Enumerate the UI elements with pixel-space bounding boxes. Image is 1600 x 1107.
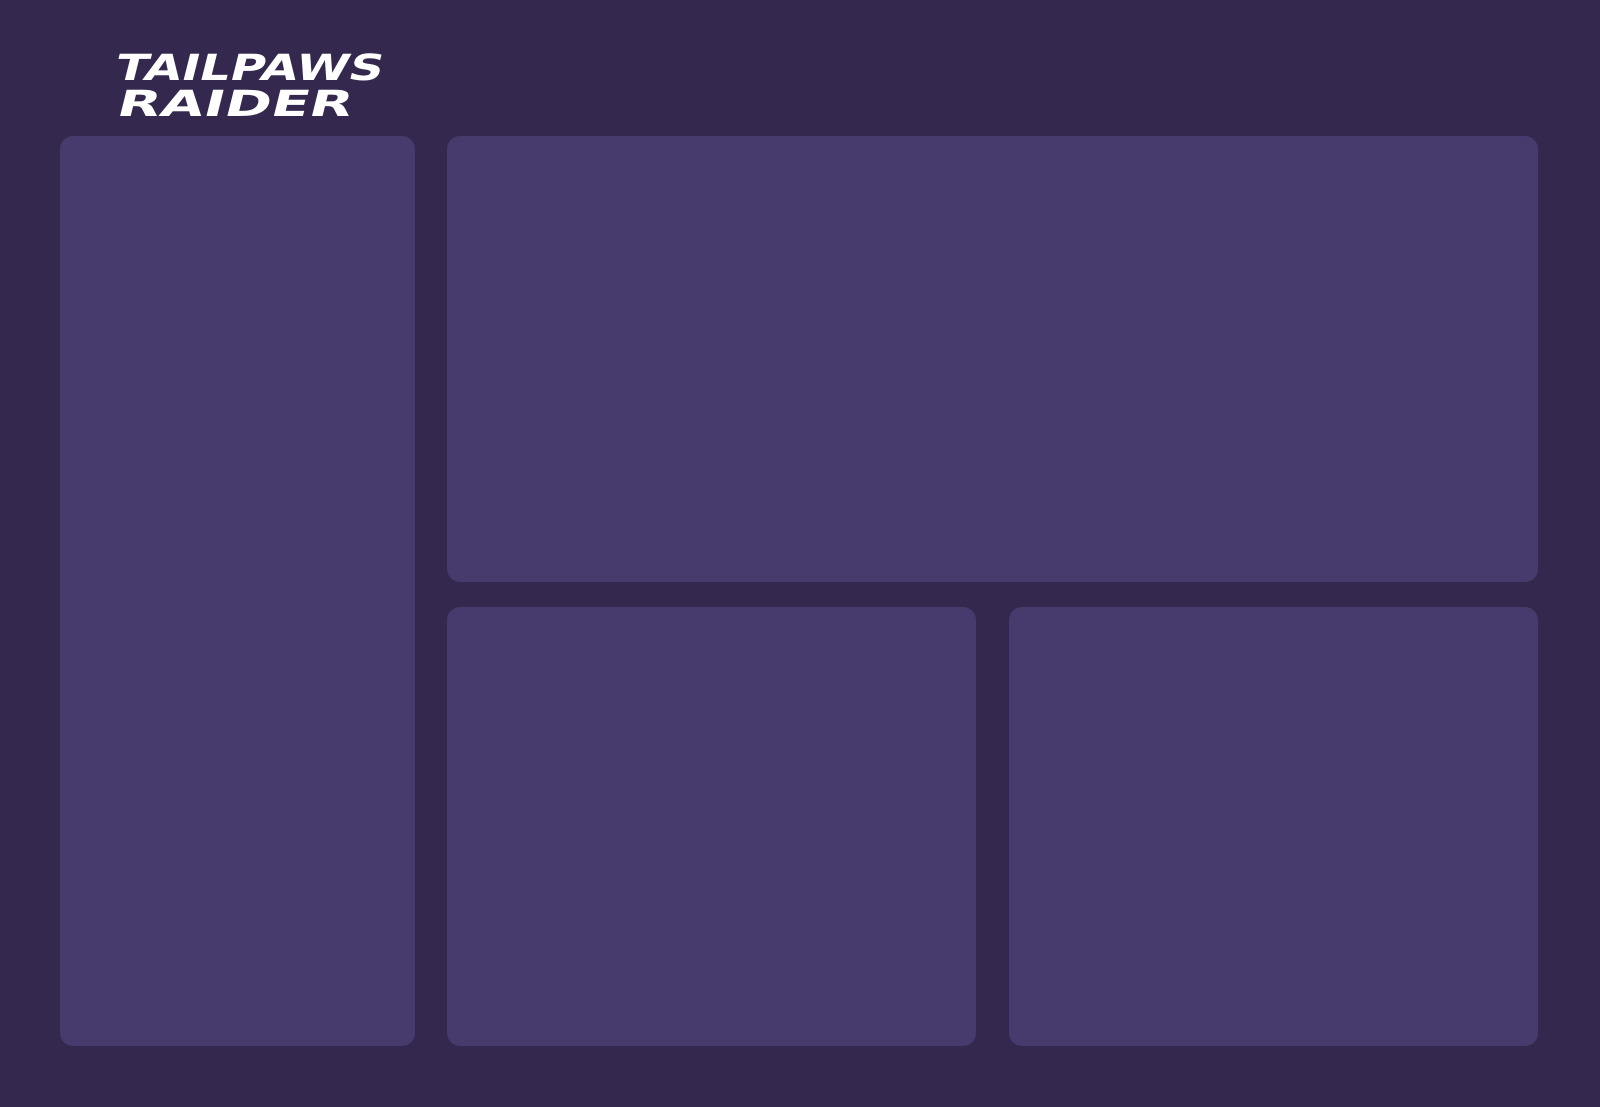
bottom-right-panel	[1009, 607, 1538, 1046]
top-panel	[447, 136, 1538, 582]
logo-line-2: RAIDER	[113, 83, 359, 120]
bottom-left-panel	[447, 607, 976, 1046]
brand-logo: TAILPAWS RAIDER	[108, 48, 384, 120]
left-panel	[60, 136, 415, 1046]
